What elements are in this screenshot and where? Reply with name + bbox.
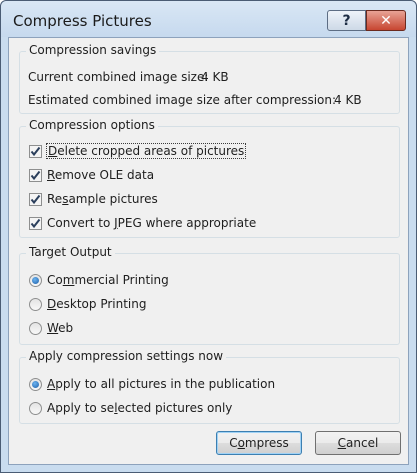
convert-jpeg-label[interactable]: Convert to JPEG where appropriate: [47, 216, 256, 230]
estimated-size-label: Estimated combined image size after comp…: [28, 93, 337, 107]
estimated-size-value: 4 KB: [334, 93, 362, 107]
web-radio[interactable]: [29, 322, 42, 335]
desktop-printing-radio[interactable]: [29, 298, 42, 311]
resample-checkbox[interactable]: [29, 193, 42, 206]
close-button[interactable]: ✕: [366, 10, 406, 31]
desktop-printing-label[interactable]: Desktop Printing: [47, 297, 146, 311]
apply-selected-label[interactable]: Apply to selected pictures only: [47, 401, 232, 415]
apply-all-radio[interactable]: [29, 378, 42, 391]
checkmark-icon: [30, 170, 41, 181]
delete-cropped-label[interactable]: Delete cropped areas of pictures: [45, 143, 247, 159]
help-button[interactable]: ?: [327, 10, 366, 31]
checkmark-icon: [30, 146, 41, 157]
close-icon: ✕: [380, 12, 392, 29]
radio-selected-dot: [32, 277, 39, 284]
focus-indicator: Delete cropped areas of pictures: [45, 143, 247, 159]
title-bar[interactable]: Compress Pictures ? ✕: [1, 1, 416, 37]
compression-options-group: Compression options Delete cropped areas…: [19, 118, 400, 238]
remove-ole-checkbox[interactable]: [29, 169, 42, 182]
delete-cropped-checkbox[interactable]: [29, 145, 42, 158]
dialog-title: Compress Pictures: [13, 12, 152, 30]
cancel-button[interactable]: Cancel: [315, 431, 401, 455]
commercial-printing-radio[interactable]: [29, 274, 42, 287]
checkmark-icon: [30, 218, 41, 229]
apply-all-label[interactable]: Apply to all pictures in the publication: [47, 377, 275, 391]
dialog-window: Compress Pictures ? ✕ Compression saving…: [0, 0, 417, 473]
convert-jpeg-checkbox[interactable]: [29, 217, 42, 230]
commercial-printing-label[interactable]: Commercial Printing: [47, 273, 169, 287]
apply-selected-radio[interactable]: [29, 402, 42, 415]
web-label[interactable]: Web: [47, 321, 73, 335]
radio-selected-dot: [32, 381, 39, 388]
compress-button[interactable]: Co mpress: [216, 431, 302, 455]
target-output-label: Target Output: [26, 245, 115, 259]
remove-ole-label[interactable]: Remove OLE data: [47, 168, 154, 182]
current-size-value: 4 KB: [201, 70, 229, 84]
compression-options-label: Compression options: [26, 118, 158, 132]
target-output-group: Target Output Commercial Printing Deskto…: [19, 245, 400, 345]
dialog-body: Compression savings Current combined ima…: [8, 37, 409, 465]
compression-savings-group: Compression savings Current combined ima…: [19, 43, 400, 114]
help-icon: ?: [342, 12, 351, 29]
compression-savings-label: Compression savings: [26, 43, 160, 57]
current-size-label: Current combined image size:: [28, 70, 209, 84]
resample-label[interactable]: Resample pictures: [47, 192, 158, 206]
checkmark-icon: [30, 194, 41, 205]
apply-settings-label: Apply compression settings now: [26, 349, 227, 363]
apply-settings-group: Apply compression settings now Apply to …: [19, 349, 400, 424]
